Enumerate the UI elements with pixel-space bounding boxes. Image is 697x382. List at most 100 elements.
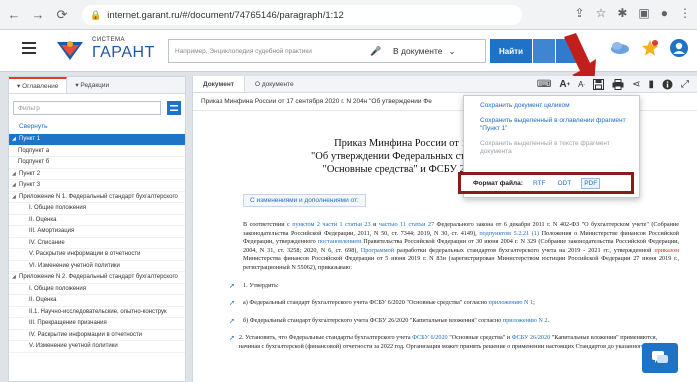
reload-icon[interactable]: ⟳ [52,5,72,25]
toc-item[interactable]: IV. Списание [9,238,185,249]
document-text: В соответствии с [243,221,293,228]
toc-item[interactable]: II.1. Научно-исследовательские, опытно-к… [9,307,185,318]
header-actions [609,38,689,58]
document-link[interactable]: приложению N 1 [489,299,534,306]
filter-row: Фильтр [13,98,181,118]
document-link[interactable]: постановлением [318,238,361,245]
menu-icon[interactable] [22,42,36,54]
toc-item[interactable]: Подпункт а [9,146,185,157]
bookmark-icon[interactable]: ▮ [648,79,654,90]
chat-icon [652,351,668,363]
toc-item-label: III. Прекращение признания [29,320,107,326]
save-toc-fragment-item[interactable]: Сохранить выделенный в оглавлении фрагме… [464,117,639,133]
toc-item[interactable]: V. Раскрытие информации в отчетности [9,249,185,261]
save-whole-document-item[interactable]: Сохранить документ целиком [464,102,639,110]
toc-item-label: Пункт 2 [19,170,41,177]
pin-icon[interactable]: ➚ [229,282,239,290]
toc-item[interactable]: Подпункт б [9,157,185,169]
save-icon[interactable] [593,79,605,90]
microphone-icon[interactable]: 🎤 [369,46,383,57]
toc-item-label: VI. Изменение учетной политики [29,262,120,269]
toc-item[interactable]: I. Общие положения [9,203,185,215]
address-bar[interactable]: 🔒 internet.garant.ru/#/document/74765146… [82,5,522,25]
expand-triangle-icon[interactable]: ◢ [12,180,19,191]
left-panel-tabs: ▾ Оглавление ▾ Редакции [9,77,185,94]
favorites-star-icon[interactable] [641,39,659,57]
toc-item[interactable]: III. Амортизация [9,226,185,238]
menu-dots-icon[interactable]: ⋮ [679,6,691,20]
toc-item-label: III. Амортизация [29,228,75,234]
print-icon[interactable] [612,79,624,90]
toc-item[interactable]: V. Изменение учетной политики [9,341,185,353]
document-link[interactable]: частью 11 статьи 27 [379,221,434,228]
document-link[interactable]: приказом [654,247,679,254]
document-text: и [370,221,379,228]
tab-editions[interactable]: ▾ Редакции [67,77,117,93]
toc-item[interactable]: ◢ Пункт 3 [9,180,185,192]
share-icon[interactable]: ⋖ [632,79,640,90]
document-link[interactable]: пунктом 2 части 1 статьи 23 [292,221,370,228]
filter-toggle-button[interactable] [167,101,181,115]
expand-triangle-icon[interactable]: ◢ [12,169,19,180]
pin-icon[interactable]: ➚ [229,317,239,325]
toc-item[interactable]: I. Общие положения [9,284,185,295]
document-item-text: а) Федеральный стандарт бухгалтерского у… [243,299,535,308]
expand-triangle-icon[interactable]: ◢ [12,272,19,283]
search-scope-select[interactable]: В документе ⌄ [383,46,456,57]
expand-icon[interactable]: ⤢ [681,79,689,90]
font-increase-icon[interactable]: A + [559,79,570,90]
garant-logo-icon [57,41,83,60]
document-item: ➚ б) Федеральный стандарт бухгалтерского … [229,317,679,326]
toc-item-label: II. Оценка [29,216,57,223]
document-link[interactable]: подпунктом 5.2.21 (1) [479,230,539,237]
keyboard-icon[interactable]: ⌨ [537,79,551,90]
toc-item[interactable]: ◢ Приложение N 2. Федеральный стандарт бу… [9,272,185,284]
font-decrease-icon[interactable]: A- [578,80,585,89]
format-pdf-option[interactable]: PDF [581,177,601,189]
back-icon[interactable]: ← [4,5,24,25]
search-input[interactable]: Например, Энциклопедия судебной практики [169,48,369,55]
document-link[interactable]: Программой [361,247,394,254]
collapse-link[interactable]: Свернуть [9,118,185,134]
tab-about-document[interactable]: О документе [245,76,304,92]
star-icon[interactable]: ☆ [596,6,607,20]
tab-icon[interactable]: ▣ [638,6,649,20]
user-account-icon[interactable] [669,38,689,58]
toc-item[interactable]: III. Прекращение признания [9,318,185,330]
changes-link[interactable]: С изменениями и дополнениями от: [243,194,366,207]
pin-icon[interactable]: ➚ [229,334,235,342]
document-item-text: 2. Установить, что Федеральные стандарты… [239,334,679,351]
toc-item[interactable]: ◢ Пункт 2 [9,169,185,180]
toc-item[interactable]: II. Оценка [9,295,185,307]
cloud-icon[interactable] [609,41,631,55]
toc-item[interactable]: II. Оценка [9,215,185,226]
filter-input[interactable]: Фильтр [13,101,161,115]
forward-icon[interactable]: → [28,5,48,25]
toc-item-label: I. Общие положения [29,285,86,292]
expand-triangle-icon[interactable]: ◢ [12,192,19,203]
format-odt-option[interactable]: ODT [555,179,573,188]
document-text: разработки федеральных стандартов бухгал… [394,246,655,254]
toc-item[interactable]: VI. Изменение учетной политики [9,261,185,272]
find-options-button[interactable] [533,39,555,63]
tab-contents[interactable]: ▾ Оглавление [9,77,68,93]
document-link[interactable]: ФСБУ 26/2020 [512,334,551,341]
document-link[interactable]: приложению N 2 [503,317,548,324]
find-button[interactable]: Найти [490,39,532,63]
tab-document[interactable]: Документ [193,76,245,92]
expand-triangle-icon[interactable]: ◢ [12,134,19,145]
share-icon[interactable]: ⇪ [575,6,585,20]
toc-item[interactable]: ◢ Приложение N 1. Федеральный стандарт бу… [9,192,185,203]
format-rtf-option[interactable]: RTF [531,179,548,188]
pin-icon[interactable]: ➚ [229,299,239,307]
info-icon[interactable] [662,79,673,90]
save-text-fragment-item: Сохранить выделенный в тексте фрагмент д… [480,140,610,155]
document-link[interactable]: ФСБУ 6/2020 [412,334,447,341]
profile-icon[interactable]: ● [661,6,668,20]
chat-button[interactable] [642,343,678,373]
toc-item-label: Подпункт б [18,159,50,165]
left-panel: ▾ Оглавление ▾ Редакции Фильтр Свернуть … [8,76,186,382]
toc-item[interactable]: ◢ Пункт 1 [9,134,185,146]
toc-item[interactable]: IV. Раскрытие информации в отчетности [9,330,185,341]
extension-icon[interactable]: ✱ [617,6,627,20]
